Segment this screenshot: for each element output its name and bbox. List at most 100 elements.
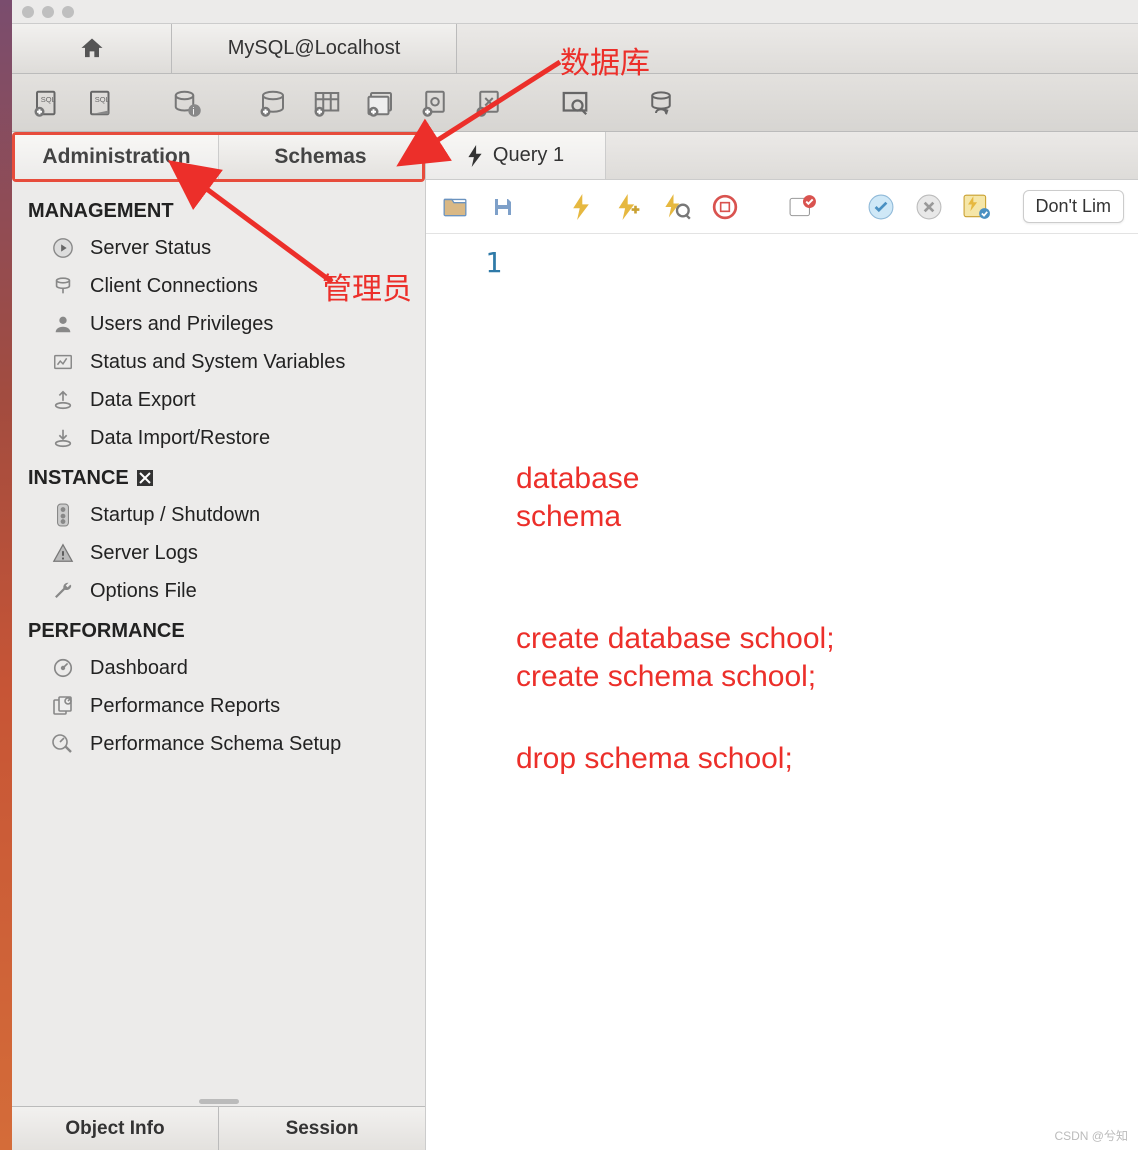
svg-text:SQL: SQL [95, 94, 110, 103]
gauge-wrench-icon [50, 731, 76, 757]
item-label: Data Export [90, 389, 196, 412]
item-startup-shutdown[interactable]: Startup / Shutdown [24, 496, 413, 534]
gauge-icon [50, 655, 76, 681]
explain-icon[interactable] [662, 192, 692, 222]
open-file-icon[interactable] [440, 192, 470, 222]
add-procedure-icon[interactable] [418, 86, 452, 120]
editor-tabbar: Query 1 [426, 132, 1138, 180]
play-circle-icon [50, 235, 76, 261]
wrench-icon [50, 578, 76, 604]
item-server-logs[interactable]: Server Logs [24, 534, 413, 572]
item-label: Data Import/Restore [90, 427, 270, 450]
search-table-icon[interactable] [558, 86, 592, 120]
import-icon [50, 425, 76, 451]
connection-tab-label: MySQL@Localhost [228, 37, 401, 60]
item-status-variables[interactable]: Status and System Variables [24, 343, 413, 381]
export-icon [50, 387, 76, 413]
reconnect-icon[interactable] [644, 86, 678, 120]
code-editor[interactable]: 1 [426, 234, 1138, 1150]
sidebar-splitter[interactable] [12, 1096, 425, 1106]
tab-administration-label: Administration [42, 145, 190, 169]
item-client-connections[interactable]: Client Connections [24, 267, 413, 305]
limit-rows-dropdown[interactable]: Don't Lim [1023, 190, 1124, 223]
commit-icon[interactable] [866, 192, 896, 222]
rollback-icon[interactable] [914, 192, 944, 222]
item-label: Performance Reports [90, 695, 280, 718]
zoom-dot-icon[interactable] [62, 6, 74, 18]
tab-schemas[interactable]: Schemas [219, 135, 422, 179]
limit-rows-label: Don't Lim [1036, 196, 1111, 216]
item-label: Performance Schema Setup [90, 733, 341, 756]
item-server-status[interactable]: Server Status [24, 229, 413, 267]
stop-icon[interactable] [710, 192, 740, 222]
warning-icon [50, 540, 76, 566]
app-window: MySQL@Localhost SQL SQL i Administration… [12, 0, 1138, 1150]
execute-current-icon[interactable] [614, 192, 644, 222]
connection-tab[interactable]: MySQL@Localhost [172, 24, 457, 73]
item-data-import[interactable]: Data Import/Restore [24, 419, 413, 457]
group-performance: PERFORMANCE [28, 620, 409, 643]
toggle-autocommit-icon[interactable] [788, 192, 818, 222]
svg-text:i: i [192, 106, 194, 117]
item-performance-schema-setup[interactable]: Performance Schema Setup [24, 725, 413, 763]
tab-session-label: Session [286, 1118, 359, 1140]
home-icon [78, 35, 106, 63]
new-sql-tab-icon[interactable]: SQL [30, 86, 64, 120]
tab-object-info-label: Object Info [65, 1118, 164, 1140]
tab-administration[interactable]: Administration [15, 135, 219, 179]
tab-session[interactable]: Session [219, 1107, 425, 1150]
query-tab-label: Query 1 [493, 144, 564, 167]
os-left-strip [0, 0, 12, 1150]
bolt-icon [467, 145, 483, 167]
sidebar: Administration Schemas MANAGEMENT Server… [12, 132, 426, 1150]
tab-object-info[interactable]: Object Info [12, 1107, 219, 1150]
main-toolbar: SQL SQL i [12, 74, 1138, 132]
window-traffic-lights [12, 0, 1138, 24]
add-schema-icon[interactable] [256, 86, 290, 120]
minimize-dot-icon[interactable] [42, 6, 54, 18]
query-tab[interactable]: Query 1 [426, 132, 606, 179]
traffic-light-icon [50, 502, 76, 528]
item-data-export[interactable]: Data Export [24, 381, 413, 419]
chart-icon [50, 349, 76, 375]
reports-icon [50, 693, 76, 719]
group-instance-label: INSTANCE [28, 467, 129, 490]
close-dot-icon[interactable] [22, 6, 34, 18]
item-users-privileges[interactable]: Users and Privileges [24, 305, 413, 343]
connections-icon [50, 273, 76, 299]
home-tab[interactable] [12, 24, 172, 73]
item-label: Server Status [90, 237, 211, 260]
add-view-icon[interactable] [364, 86, 398, 120]
instance-badge-icon [137, 470, 155, 488]
tab-schemas-label: Schemas [274, 145, 366, 169]
group-performance-label: PERFORMANCE [28, 620, 185, 643]
server-info-icon[interactable]: i [170, 86, 204, 120]
editor-panel: Query 1 Don't Lim 1 [426, 132, 1138, 1150]
item-label: Startup / Shutdown [90, 504, 260, 527]
main-tab-bar: MySQL@Localhost [12, 24, 1138, 74]
group-management: MANAGEMENT [28, 200, 409, 223]
item-performance-reports[interactable]: Performance Reports [24, 687, 413, 725]
item-label: Status and System Variables [90, 351, 345, 374]
line-gutter: 1 [426, 234, 516, 1150]
item-label: Client Connections [90, 275, 258, 298]
sidebar-panel-tabs: Administration Schemas [12, 132, 425, 182]
editor-toolbar: Don't Lim [426, 180, 1138, 234]
user-icon [50, 311, 76, 337]
item-dashboard[interactable]: Dashboard [24, 649, 413, 687]
add-table-icon[interactable] [310, 86, 344, 120]
sidebar-bottom-tabs: Object Info Session [12, 1106, 425, 1150]
group-instance: INSTANCE [28, 467, 409, 490]
save-icon[interactable] [488, 192, 518, 222]
item-options-file[interactable]: Options File [24, 572, 413, 610]
item-label: Server Logs [90, 542, 198, 565]
group-management-label: MANAGEMENT [28, 200, 174, 223]
add-function-icon[interactable] [472, 86, 506, 120]
watermark: CSDN @兮知 [1054, 1127, 1128, 1144]
open-sql-file-icon[interactable]: SQL [84, 86, 118, 120]
execute-icon[interactable] [566, 192, 596, 222]
item-label: Options File [90, 580, 197, 603]
toggle-limit-icon[interactable] [962, 192, 992, 222]
item-label: Users and Privileges [90, 313, 273, 336]
sidebar-tree: MANAGEMENT Server Status Client Connecti… [12, 182, 425, 1096]
